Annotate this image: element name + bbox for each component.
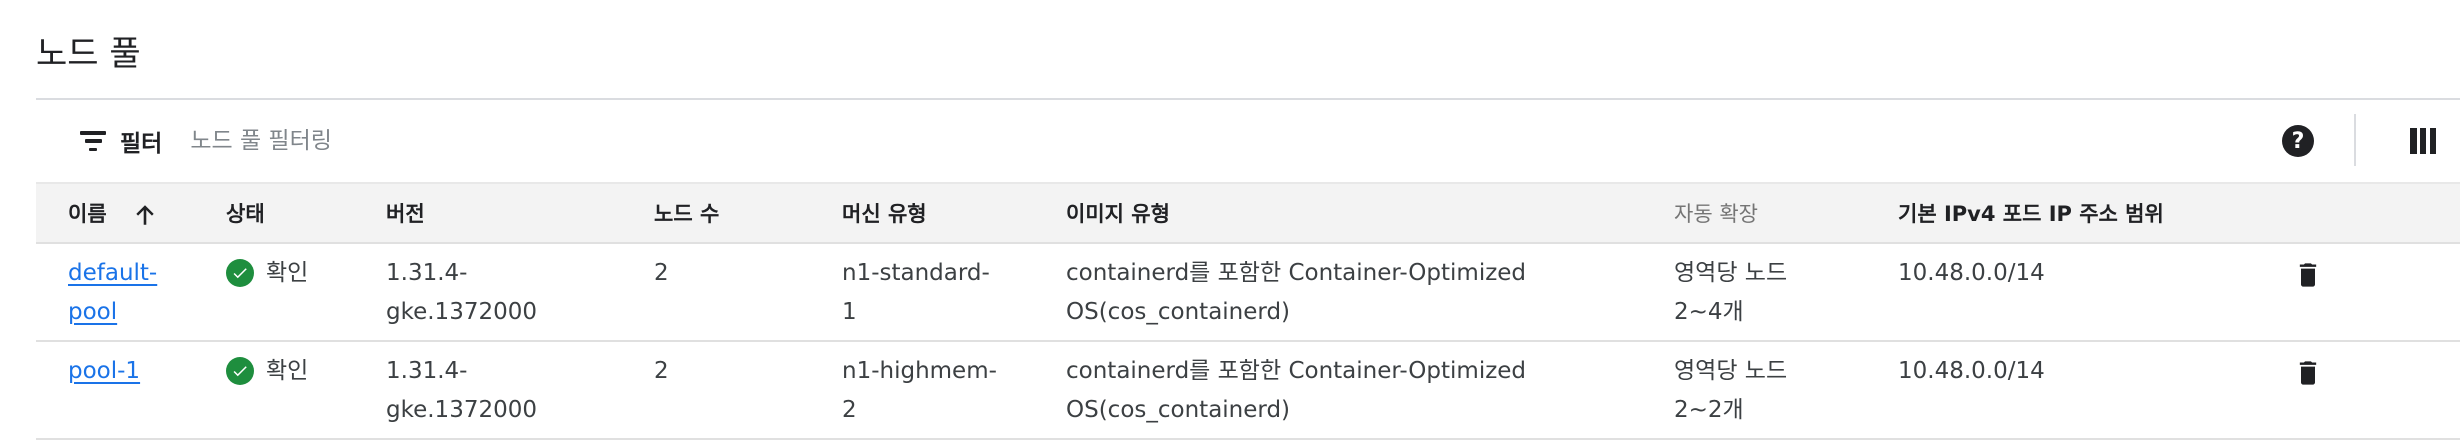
toolbar-divider — [2354, 114, 2356, 166]
status-text: 확인 — [266, 358, 309, 384]
help-icon[interactable]: ? — [2282, 125, 2314, 157]
arrow-up-icon[interactable] — [132, 201, 158, 229]
cell-autoscaling: 영역당 노드 2~2개 — [1674, 341, 1898, 440]
filter-label[interactable]: 필터 — [120, 124, 162, 158]
column-header-pod-ip-range[interactable]: 기본 IPv4 포드 IP 주소 범위 — [1898, 182, 2294, 244]
column-header-name[interactable]: 이름 — [36, 182, 226, 244]
check-circle-icon — [226, 259, 254, 287]
cell-status: 확인 — [226, 341, 386, 440]
cell-autoscaling: 영역당 노드 2~4개 — [1674, 243, 1898, 342]
cell-version: 1.31.4- gke.1372000 — [386, 341, 654, 440]
column-header-autoscaling: 자동 확장 — [1674, 182, 1898, 244]
column-header-status[interactable]: 상태 — [226, 182, 386, 244]
cell-image-type: containerd를 포함한 Container-Optimized OS(co… — [1066, 243, 1674, 342]
column-header-image-type[interactable]: 이미지 유형 — [1066, 182, 1674, 244]
section-title: 노드 풀 — [36, 34, 141, 74]
column-header-machine-type[interactable]: 머신 유형 — [842, 182, 1066, 244]
node-pools-table: 이름 상태 버전 노드 수 머신 유형 이미지 유형 자동 확장 기본 IPv4… — [36, 182, 2460, 440]
filter-input[interactable] — [190, 128, 891, 154]
table-row: pool-1 확인 1.31.4- gke.1372000 2 n1-highme… — [36, 341, 2460, 440]
filter-toolbar: 필터 ? — [36, 100, 2460, 182]
cell-version: 1.31.4- gke.1372000 — [386, 243, 654, 342]
cell-pod-ip-range: 10.48.0.0/14 — [1898, 341, 2294, 440]
column-header-node-count[interactable]: 노드 수 — [654, 182, 842, 244]
node-pools-panel: 필터 ? 이름 — [36, 98, 2460, 440]
cell-status: 확인 — [226, 243, 386, 342]
cell-actions — [2294, 341, 2460, 440]
delete-icon[interactable] — [2294, 259, 2322, 291]
column-display-icon[interactable] — [2410, 128, 2436, 154]
cell-machine-type: n1-standard- 1 — [842, 243, 1066, 342]
table-row: default-pool 확인 1.31.4- gke.1372000 2 n1-… — [36, 243, 2460, 342]
cell-name: pool-1 — [36, 341, 226, 440]
check-circle-icon — [226, 357, 254, 385]
cell-actions — [2294, 243, 2460, 342]
cell-machine-type: n1-highmem- 2 — [842, 341, 1066, 440]
cell-node-count: 2 — [654, 243, 842, 342]
column-header-actions — [2294, 182, 2460, 244]
pool-name-link[interactable]: pool-1 — [68, 358, 140, 384]
table-header-row: 이름 상태 버전 노드 수 머신 유형 이미지 유형 자동 확장 기본 IPv4… — [36, 182, 2460, 244]
filter-icon[interactable] — [80, 131, 106, 151]
cell-name: default-pool — [36, 243, 226, 342]
pool-name-link[interactable]: default-pool — [68, 260, 157, 325]
cell-pod-ip-range: 10.48.0.0/14 — [1898, 243, 2294, 342]
cell-image-type: containerd를 포함한 Container-Optimized OS(co… — [1066, 341, 1674, 440]
column-header-version[interactable]: 버전 — [386, 182, 654, 244]
cell-node-count: 2 — [654, 341, 842, 440]
delete-icon[interactable] — [2294, 357, 2322, 389]
status-text: 확인 — [266, 260, 309, 286]
